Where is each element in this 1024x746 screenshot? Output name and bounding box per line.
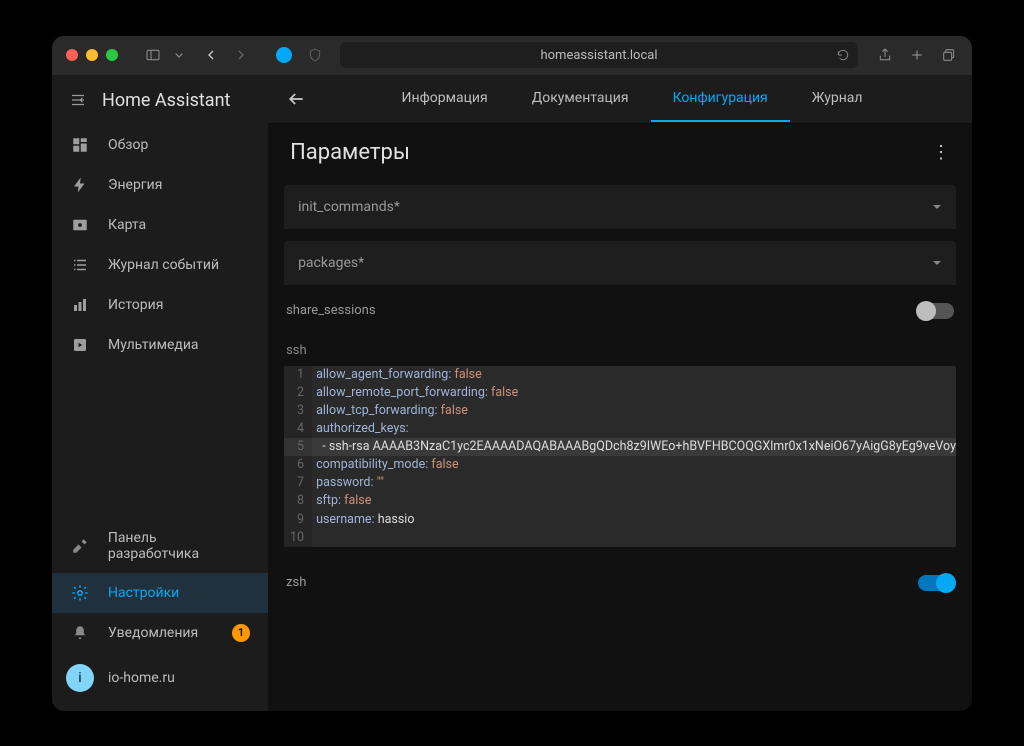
tab-docs[interactable]: Документация <box>510 76 651 122</box>
sidebar-item-devtools[interactable]: Панель разработчика <box>52 519 268 573</box>
chart-icon <box>70 296 90 314</box>
sidebar-item-overview[interactable]: Обзор <box>52 125 268 165</box>
code-line[interactable]: 4authorized_keys: <box>284 420 956 438</box>
gear-icon <box>70 584 90 602</box>
sidebar-item-notifications[interactable]: Уведомления 1 <box>52 613 268 653</box>
tab-log[interactable]: Журнал <box>790 76 885 122</box>
app-title: Home Assistant <box>102 90 230 111</box>
sidebar-toggle-icon[interactable] <box>144 46 162 64</box>
new-tab-icon[interactable] <box>908 46 926 64</box>
sidebar-item-label: Уведомления <box>108 625 198 641</box>
sidebar-item-media[interactable]: Мультимедиа <box>52 325 268 365</box>
share-sessions-label: share_sessions <box>286 303 375 318</box>
tab-label: Документация <box>532 90 629 106</box>
url-text: homeassistant.local <box>540 48 657 63</box>
tab-label: Журнал <box>812 90 863 106</box>
page-back-button[interactable] <box>286 89 310 109</box>
field-label: packages* <box>298 255 364 271</box>
list-icon <box>70 256 90 274</box>
privacy-shield-icon[interactable] <box>306 46 324 64</box>
content: Информация Документация Конфигурация Жур… <box>268 76 972 711</box>
packages-field[interactable]: packages* <box>284 241 956 285</box>
tab-label: Конфигурация <box>673 90 768 106</box>
collapse-sidebar-icon[interactable] <box>68 91 88 109</box>
sidebar-item-map[interactable]: Карта <box>52 205 268 245</box>
media-icon <box>70 336 90 354</box>
sidebar-item-label: io-home.ru <box>108 670 175 686</box>
tab-label: Информация <box>402 90 488 106</box>
sidebar-item-label: Журнал событий <box>108 257 219 273</box>
browser-window: homeassistant.local Home Assista <box>52 36 972 711</box>
code-line[interactable]: 7password: "" <box>284 474 956 492</box>
code-line[interactable]: 3allow_tcp_forwarding: false <box>284 402 956 420</box>
init-commands-field[interactable]: init_commands* <box>284 185 956 229</box>
sidebar-item-label: Панель разработчика <box>108 530 250 562</box>
ssh-config-editor[interactable]: 1allow_agent_forwarding: false2allow_rem… <box>284 366 956 547</box>
sidebar-item-user[interactable]: i io-home.ru <box>52 653 268 703</box>
minimize-window-button[interactable] <box>86 49 98 61</box>
page-title: Параметры <box>290 140 410 165</box>
tab-info[interactable]: Информация <box>380 76 510 122</box>
tab-config[interactable]: Конфигурация <box>651 76 790 122</box>
code-line[interactable]: 2allow_remote_port_forwarding: false <box>284 384 956 402</box>
ssh-section-label: ssh <box>268 325 972 366</box>
sidebar: Home Assistant Обзор Энергия Карта Жур <box>52 76 268 711</box>
code-line[interactable]: 10 <box>284 529 956 547</box>
sidebar-item-label: Энергия <box>108 177 162 193</box>
window-controls <box>66 49 118 61</box>
sidebar-item-settings[interactable]: Настройки <box>52 573 268 613</box>
dashboard-icon <box>70 136 90 154</box>
sidebar-item-history[interactable]: История <box>52 285 268 325</box>
back-button[interactable] <box>202 46 220 64</box>
hammer-icon <box>70 537 90 555</box>
share-icon[interactable] <box>876 46 894 64</box>
tabs-row: Информация Документация Конфигурация Жур… <box>268 76 972 124</box>
maximize-window-button[interactable] <box>106 49 118 61</box>
code-line[interactable]: 9username: hassio <box>284 511 956 529</box>
site-favicon <box>276 47 292 63</box>
sidebar-item-energy[interactable]: Энергия <box>52 165 268 205</box>
bell-icon <box>70 624 90 642</box>
titlebar: homeassistant.local <box>52 36 972 76</box>
dropdown-icon <box>932 202 942 212</box>
code-line[interactable]: 1allow_agent_forwarding: false <box>284 366 956 384</box>
tabs-overview-icon[interactable] <box>940 46 958 64</box>
map-icon <box>70 216 90 234</box>
field-label: init_commands* <box>298 199 400 215</box>
url-field[interactable]: homeassistant.local <box>340 42 858 68</box>
sidebar-item-label: История <box>108 297 163 313</box>
avatar: i <box>66 664 94 692</box>
zsh-toggle[interactable] <box>918 575 954 591</box>
sidebar-item-logbook[interactable]: Журнал событий <box>52 245 268 285</box>
notification-badge: 1 <box>232 624 250 642</box>
dropdown-icon <box>932 258 942 268</box>
code-line[interactable]: 6compatibility_mode: false <box>284 456 956 474</box>
close-window-button[interactable] <box>66 49 78 61</box>
bolt-icon <box>70 176 90 194</box>
sidebar-item-label: Настройки <box>108 585 179 601</box>
forward-button[interactable] <box>232 46 250 64</box>
share-sessions-toggle[interactable] <box>918 303 954 319</box>
zsh-label: zsh <box>286 575 306 590</box>
more-menu-icon[interactable]: ⋮ <box>932 142 950 163</box>
reload-icon[interactable] <box>836 48 850 62</box>
sidebar-item-label: Мультимедиа <box>108 337 199 353</box>
code-line[interactable]: 8sftp: false <box>284 492 956 510</box>
chevron-down-icon[interactable] <box>170 46 188 64</box>
code-line[interactable]: 5 - ssh-rsa AAAAB3NzaC1yc2EAAAADAQABAAAB… <box>284 438 956 456</box>
sidebar-item-label: Карта <box>108 217 146 233</box>
sidebar-item-label: Обзор <box>108 137 148 153</box>
sidebar-header: Home Assistant <box>52 76 268 125</box>
